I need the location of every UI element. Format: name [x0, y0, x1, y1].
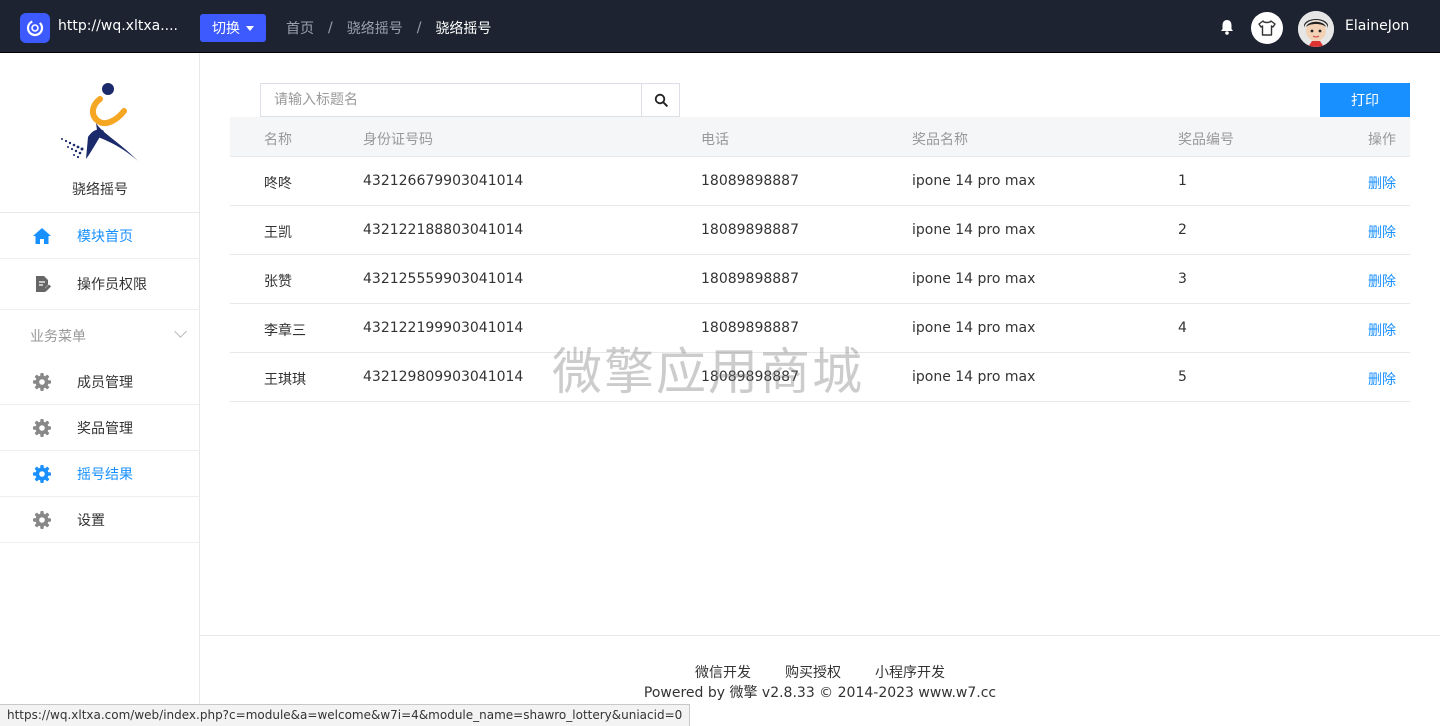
- avatar[interactable]: [1298, 11, 1334, 47]
- breadcrumb-home[interactable]: 首页: [286, 18, 314, 38]
- cell-prize-no: 4: [1178, 320, 1187, 336]
- module-brand: 骁络摇号: [0, 53, 200, 213]
- table-row: 咚咚 432126679903041014 18089898887 ipone …: [230, 157, 1410, 206]
- site-url[interactable]: http://wq.xltxa....: [58, 18, 178, 34]
- footer-link-wechat-dev[interactable]: 微信开发: [695, 662, 751, 682]
- column-header-action: 操作: [1368, 132, 1396, 148]
- cell-prize: ipone 14 pro max: [912, 369, 1036, 385]
- switch-button[interactable]: 切换: [200, 14, 266, 42]
- search-input[interactable]: [261, 84, 642, 116]
- cell-name: 王琪琪: [264, 372, 306, 388]
- breadcrumb-current: 骁络摇号: [435, 21, 492, 37]
- caret-down-icon: [246, 25, 254, 31]
- breadcrumb-separator: /: [328, 20, 333, 36]
- sidebar-item-label: 成员管理: [77, 374, 133, 391]
- home-icon: [32, 226, 52, 246]
- gear-icon: [32, 464, 52, 484]
- cell-name: 张赞: [264, 274, 292, 290]
- cell-prize: ipone 14 pro max: [912, 222, 1036, 238]
- module-logo-icon: [58, 81, 142, 165]
- search-icon: [654, 93, 668, 107]
- column-header-prize: 奖品名称: [912, 132, 968, 148]
- delete-link[interactable]: 删除: [1368, 320, 1396, 340]
- edit-doc-icon: [32, 274, 52, 294]
- cell-prize: ipone 14 pro max: [912, 320, 1036, 336]
- cell-phone: 18089898887: [701, 271, 799, 287]
- table-header: 名称 身份证号码 电话 奖品名称 奖品编号 操作: [230, 117, 1410, 157]
- shirt-icon[interactable]: [1251, 12, 1283, 44]
- table-row: 张赞 432125559903041014 18089898887 ipone …: [230, 255, 1410, 304]
- cell-id: 432122188803041014: [363, 222, 524, 238]
- group-title: 业务菜单: [30, 329, 86, 345]
- sidebar-item-settings[interactable]: 设置: [0, 497, 200, 543]
- business-menu-group[interactable]: 业务菜单: [0, 310, 200, 358]
- cell-name: 王凯: [264, 225, 292, 241]
- gear-icon: [32, 510, 52, 530]
- cell-phone: 18089898887: [701, 369, 799, 385]
- table-row: 李章三 432122199903041014 18089898887 ipone…: [230, 304, 1410, 353]
- breadcrumb-separator: /: [416, 20, 422, 36]
- cell-id: 432126679903041014: [363, 173, 524, 189]
- footer-link-buy-license[interactable]: 购买授权: [785, 662, 841, 682]
- cell-prize-no: 3: [1178, 271, 1187, 287]
- gear-icon: [32, 372, 52, 392]
- cell-prize-no: 1: [1178, 173, 1187, 189]
- cell-phone: 18089898887: [701, 173, 799, 189]
- sidebar-item-label: 模块首页: [77, 228, 133, 245]
- sidebar-item-prize-management[interactable]: 奖品管理: [0, 405, 200, 451]
- breadcrumb: 首页 / 骁络摇号 / 骁络摇号: [286, 18, 491, 38]
- cell-name: 李章三: [264, 323, 306, 339]
- delete-link[interactable]: 删除: [1368, 222, 1396, 242]
- app-logo-icon[interactable]: [20, 13, 50, 43]
- column-header-phone: 电话: [701, 132, 729, 148]
- username[interactable]: ElaineJon: [1345, 18, 1409, 34]
- search-box: [260, 83, 680, 117]
- top-bar: http://wq.xltxa.... 切换 首页 / 骁络摇号 / 骁络摇号 …: [0, 0, 1440, 53]
- breadcrumb-module[interactable]: 骁络摇号: [347, 18, 403, 38]
- delete-link[interactable]: 删除: [1368, 271, 1396, 291]
- delete-link[interactable]: 删除: [1368, 173, 1396, 193]
- cell-name: 咚咚: [264, 176, 292, 192]
- results-table: 名称 身份证号码 电话 奖品名称 奖品编号 操作 咚咚 432126679903…: [230, 117, 1410, 402]
- sidebar-item-label: 奖品管理: [77, 420, 133, 437]
- table-row: 王凯 432122188803041014 18089898887 ipone …: [230, 206, 1410, 255]
- sidebar-item-home[interactable]: 模块首页: [0, 213, 200, 259]
- table-row: 王琪琪 432129809903041014 18089898887 ipone…: [230, 353, 1410, 402]
- cell-prize-no: 5: [1178, 369, 1187, 385]
- sidebar-item-label: 设置: [77, 512, 105, 529]
- cell-phone: 18089898887: [701, 222, 799, 238]
- sidebar-item-label: 操作员权限: [77, 277, 147, 293]
- bell-icon[interactable]: [1218, 18, 1236, 36]
- cell-prize: ipone 14 pro max: [912, 173, 1036, 189]
- switch-label: 切换: [212, 21, 240, 37]
- print-button[interactable]: 打印: [1320, 83, 1410, 117]
- sidebar-item-lottery-result[interactable]: 摇号结果: [0, 451, 200, 497]
- footer-links: 微信开发 购买授权 小程序开发: [200, 662, 1440, 682]
- module-brand-name: 骁络摇号: [72, 182, 128, 198]
- column-header-name: 名称: [264, 132, 292, 148]
- sidebar: 骁络摇号 模块首页 操作员权限 业务菜单 成员管理 奖品管理 摇号结果 设置: [0, 53, 200, 726]
- footer-link-miniprogram-dev[interactable]: 小程序开发: [875, 662, 945, 682]
- column-header-id: 身份证号码: [363, 132, 433, 148]
- search-button[interactable]: [641, 84, 679, 116]
- footer-powered-by: Powered by 微擎 v2.8.33 © 2014-2023 www.w7…: [643, 685, 997, 701]
- sidebar-item-operator-permission[interactable]: 操作员权限: [0, 259, 200, 310]
- cell-id: 432122199903041014: [363, 320, 524, 336]
- sidebar-item-member-management[interactable]: 成员管理: [0, 359, 200, 405]
- cell-prize-no: 2: [1178, 222, 1187, 238]
- column-header-prize-no: 奖品编号: [1178, 132, 1234, 148]
- delete-link[interactable]: 删除: [1368, 369, 1396, 389]
- cell-phone: 18089898887: [701, 320, 799, 336]
- cell-id: 432125559903041014: [363, 271, 524, 287]
- browser-status-bar: https://wq.xltxa.com/web/index.php?c=mod…: [0, 704, 691, 726]
- cell-id: 432129809903041014: [363, 369, 524, 385]
- sidebar-item-label: 摇号结果: [77, 466, 133, 483]
- chevron-down-icon: [174, 325, 187, 338]
- gear-icon: [32, 418, 52, 438]
- cell-prize: ipone 14 pro max: [912, 271, 1036, 287]
